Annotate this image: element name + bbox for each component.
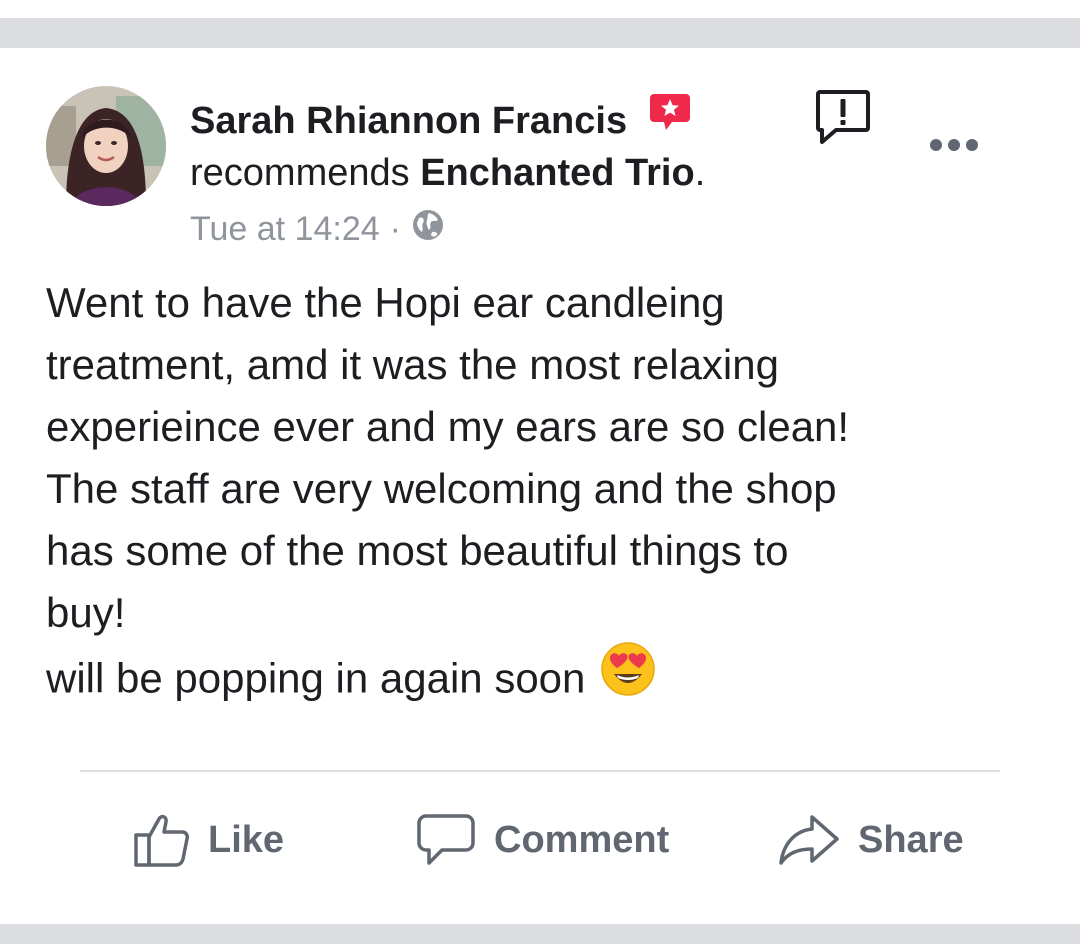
like-button[interactable]: Like [132,810,284,870]
post-line: The staff are very welcoming and the sho… [46,465,837,512]
recommends-suffix: . [694,152,706,194]
thumbs-up-icon [134,814,189,867]
post-meta: Tue at 14:24 · [190,208,445,251]
share-label: Share [858,818,964,861]
post-line: will be popping in again soon [46,654,586,702]
comment-button[interactable]: Comment [416,810,669,870]
report-icon[interactable] [814,88,872,146]
post-line: Went to have the Hopi ear candleing [46,279,725,326]
post-body: Went to have the Hopi ear candleing trea… [46,272,1046,719]
share-arrow-icon [779,815,839,865]
post-line-last: will be popping in again soon [46,642,1046,719]
more-options-icon[interactable] [928,136,980,154]
share-button[interactable]: Share [778,810,964,870]
globe-icon [411,208,445,251]
heart-eyes-emoji-icon [599,640,657,715]
recommendation-line: recommends Enchanted Trio. [190,152,705,195]
actions-divider [80,770,1000,772]
post-line: treatment, amd it was the most relaxing [46,341,779,388]
feed-separator-bottom [0,924,1080,944]
timestamp[interactable]: Tue at 14:24 [190,210,380,249]
top-strip [0,0,1080,18]
recommends-prefix: recommends [190,152,410,194]
comment-bubble-icon [417,814,475,865]
post-line: experieince ever and my ears are so clea… [46,403,850,450]
meta-separator: · [389,210,401,248]
page-name-link[interactable]: Enchanted Trio [420,152,694,194]
post-line: has some of the most beautiful things to [46,527,789,574]
post-line: buy! [46,589,126,636]
author-line: Sarah Rhiannon Francis [190,94,692,148]
recommendation-star-icon [648,92,692,142]
feed-separator-top [0,18,1080,48]
comment-label: Comment [494,818,670,861]
like-label: Like [208,818,285,861]
avatar[interactable] [46,86,166,206]
author-name[interactable]: Sarah Rhiannon Francis [190,100,627,142]
